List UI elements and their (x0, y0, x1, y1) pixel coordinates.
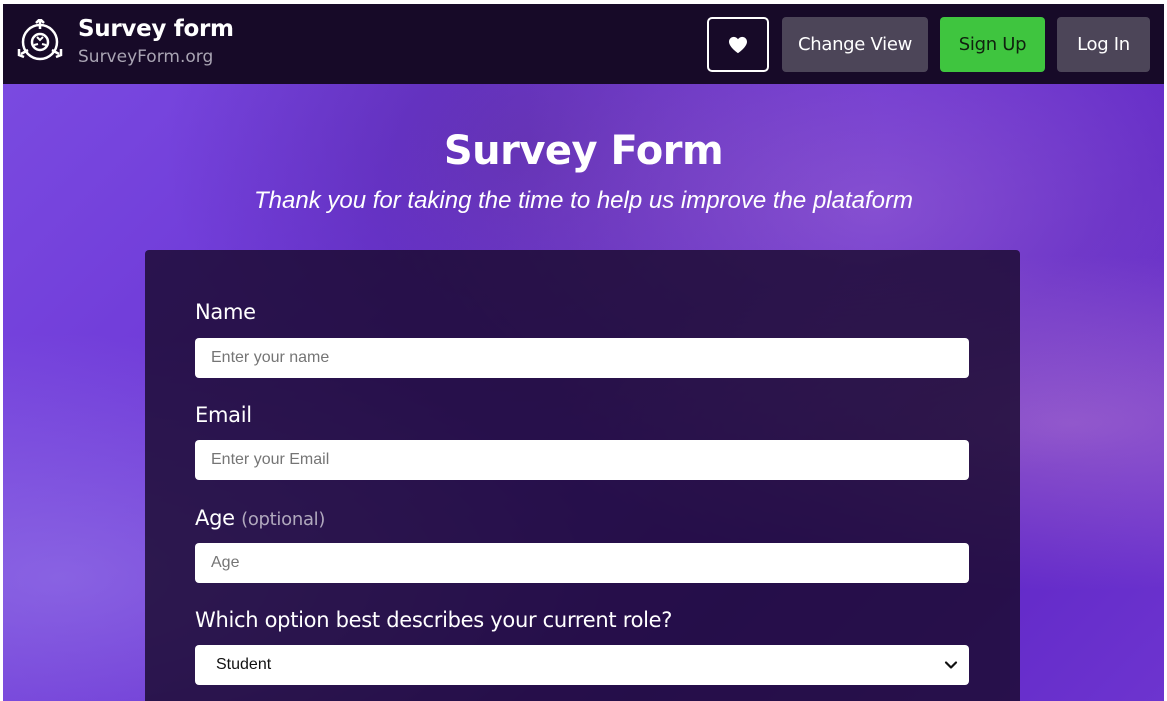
role-select[interactable]: Student (195, 645, 969, 685)
heart-icon (729, 36, 747, 53)
top-navbar: Survey form SurveyForm.org Change View S… (3, 4, 1164, 84)
page-description: Thank you for taking the time to help us… (253, 187, 913, 214)
site-title: Survey form (78, 16, 234, 42)
role-selected-value: Student (216, 656, 272, 673)
optional-hint: (optional) (241, 509, 326, 530)
log-in-button[interactable]: Log In (1057, 17, 1150, 72)
age-label-group: Age (optional) (195, 506, 325, 530)
survey-form: Name Email Age (optional) Which option b… (145, 250, 1020, 701)
name-input[interactable] (195, 338, 969, 378)
change-view-button[interactable]: Change View (782, 17, 928, 72)
scp-logo-icon (17, 19, 63, 61)
age-label: Age (195, 506, 235, 530)
site-subtitle: SurveyForm.org (78, 47, 214, 67)
email-label: Email (195, 403, 252, 427)
hero-section: Survey Form Thank you for taking the tim… (3, 84, 1164, 701)
page-title: Survey Form (443, 128, 724, 174)
role-label: Which option best describes your current… (195, 608, 673, 632)
page-frame: Survey form SurveyForm.org Change View S… (3, 4, 1164, 701)
age-input[interactable] (195, 543, 969, 583)
name-label: Name (195, 300, 256, 324)
email-input[interactable] (195, 440, 969, 480)
sign-up-button[interactable]: Sign Up (940, 17, 1045, 72)
favorite-button[interactable] (707, 17, 769, 72)
chevron-down-icon (944, 661, 958, 669)
